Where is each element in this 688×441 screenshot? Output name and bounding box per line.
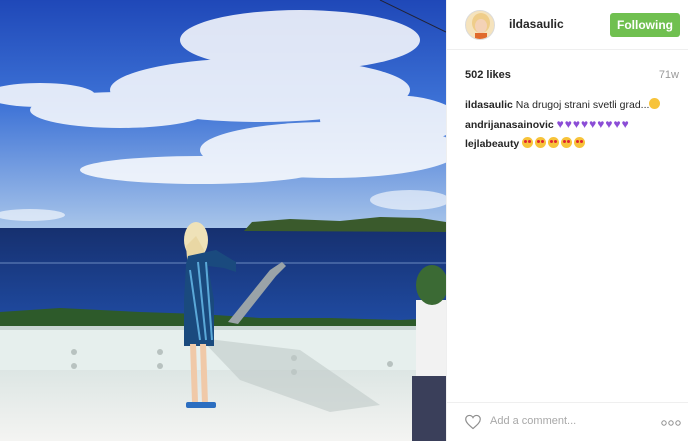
timestamp[interactable]: 71w bbox=[659, 69, 679, 81]
username[interactable]: ildasaulic bbox=[509, 17, 564, 31]
comment-author[interactable]: ildasaulic bbox=[465, 99, 513, 111]
post-photo bbox=[0, 0, 446, 441]
avatar[interactable] bbox=[465, 10, 495, 40]
comment: ildasaulic Na drugoj strani svetli grad.… bbox=[465, 97, 681, 113]
comment: lejlabeauty bbox=[465, 136, 681, 152]
smiling-face-icon bbox=[649, 98, 661, 109]
comment: andrijanasainovic ♥♥♥♥♥♥♥♥♥ bbox=[465, 116, 681, 133]
comment-author[interactable]: lejlabeauty bbox=[465, 138, 519, 150]
following-button[interactable]: Following bbox=[610, 13, 680, 37]
purple-heart-icon: ♥♥♥♥♥♥♥♥♥ bbox=[556, 117, 630, 131]
more-options-icon[interactable] bbox=[661, 420, 681, 426]
comments-list: ildasaulic Na drugoj strani svetli grad.… bbox=[465, 97, 681, 155]
comment-input[interactable] bbox=[490, 415, 640, 427]
comment-text: Na drugoj strani svetli grad... bbox=[515, 99, 650, 111]
comment-bar bbox=[447, 402, 688, 441]
post-header: ildasaulic Following bbox=[447, 0, 688, 50]
comment-author[interactable]: andrijanasainovic bbox=[465, 119, 554, 131]
heart-eyes-face-icon bbox=[522, 137, 587, 150]
likes-row: 502 likes 71w bbox=[465, 69, 679, 85]
post-details-panel: ildasaulic Following 502 likes 71w ildas… bbox=[446, 0, 688, 441]
likes-count[interactable]: 502 likes bbox=[465, 69, 511, 81]
heart-outline-icon[interactable] bbox=[464, 414, 482, 430]
